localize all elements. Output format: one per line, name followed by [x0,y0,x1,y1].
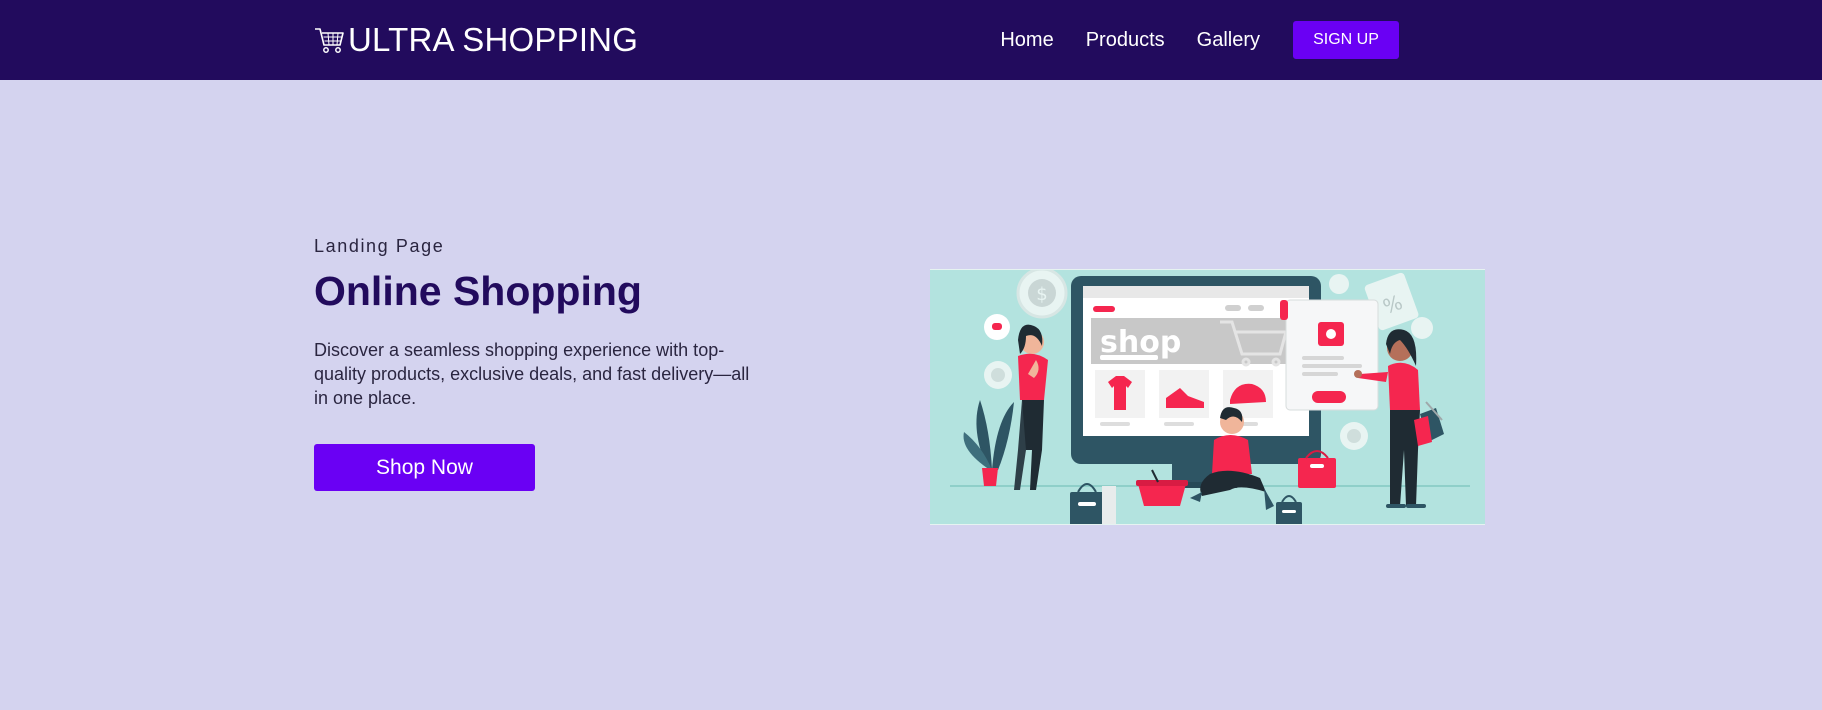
shopping-cart-icon [314,25,346,55]
product-popup-card [1280,299,1379,411]
brand-name: ULTRA SHOPPING [348,21,639,58]
hero-description: Discover a seamless shopping experience … [314,340,750,409]
nav-link-gallery[interactable]: Gallery [1197,29,1260,52]
hero-title: Online Shopping [314,268,642,314]
coin-icon [1411,317,1433,339]
svg-text:$: $ [1036,284,1047,305]
shopping-bag-icon [1070,483,1116,524]
main-nav: Home Products Gallery SIGN UP [1000,20,1399,60]
dollar-coin-icon: $ [1016,270,1068,319]
svg-text:shop: shop [1100,325,1181,360]
heart-bubble-icon [984,314,1010,340]
nav-link-products[interactable]: Products [1086,29,1165,52]
online-shopping-illustration: $ % shop [930,269,1485,525]
sign-up-button[interactable]: SIGN UP [1293,21,1399,59]
nav-link-home[interactable]: Home [1000,29,1053,52]
plant-icon [963,400,1014,486]
hero-text: Landing Page Online Shopping Discover a … [314,236,764,492]
shop-now-button[interactable]: Shop Now [314,444,535,492]
brand-logo[interactable]: ULTRA SHOPPING [314,20,638,60]
hero-eyebrow: Landing Page [314,236,445,256]
top-navbar: ULTRA SHOPPING Home Products Gallery SIG… [0,0,1822,80]
coin-icon [1329,274,1349,294]
shopper-woman-left [1014,324,1048,490]
shopping-bag-icon [1276,495,1302,524]
